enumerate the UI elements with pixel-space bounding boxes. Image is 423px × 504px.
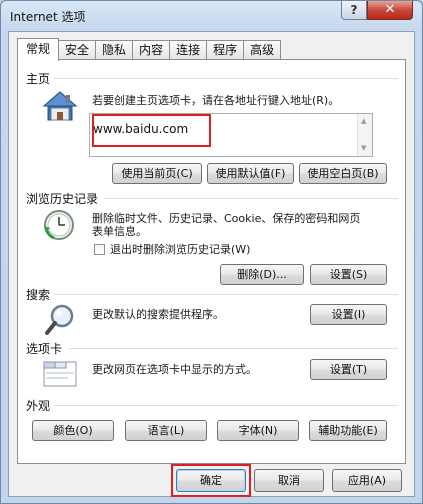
cancel-button[interactable]: 取消 <box>254 469 324 492</box>
section-divider <box>54 294 398 295</box>
history-section-title: 浏览历史记录 <box>26 192 99 206</box>
tab-content[interactable]: 内容 <box>132 40 171 60</box>
tab-strip: 常规 安全 隐私 内容 连接 程序 高级 <box>17 38 282 61</box>
search-settings-button[interactable]: 设置(I) <box>310 304 387 325</box>
history-clock-icon <box>44 210 74 240</box>
home-icon <box>42 91 78 121</box>
delete-on-exit-checkbox[interactable] <box>94 244 105 255</box>
tabs-description: 更改网页在选项卡中显示的方式。 <box>92 363 257 376</box>
use-default-button[interactable]: 使用默认值(F) <box>207 163 294 184</box>
search-description: 更改默认的搜索提供程序。 <box>92 308 224 321</box>
url-highlight-box <box>92 114 211 147</box>
internet-options-window: Internet 选项 ? ✕ 常规 安全 隐私 内容 连接 程序 高级 主页 <box>0 0 423 504</box>
delete-history-button[interactable]: 删除(D)... <box>220 264 304 285</box>
tab-general[interactable]: 常规 <box>17 38 60 61</box>
window-title: Internet 选项 <box>10 10 86 24</box>
scroll-up-icon: ▲ <box>361 117 367 125</box>
tab-privacy[interactable]: 隐私 <box>95 40 134 60</box>
search-magnifier-icon <box>45 304 74 335</box>
close-button[interactable]: ✕ <box>367 1 413 20</box>
colors-button[interactable]: 颜色(O) <box>32 420 114 441</box>
dialog-body: 常规 安全 隐私 内容 连接 程序 高级 主页 若要创建主页选项卡，请在各地址行… <box>8 31 415 497</box>
use-current-page-button[interactable]: 使用当前页(C) <box>112 163 202 184</box>
scroll-down-icon: ▼ <box>361 144 367 152</box>
tabs-section-title: 选项卡 <box>26 342 63 356</box>
help-button[interactable]: ? <box>341 1 367 20</box>
url-scrollbar[interactable]: ▲ ▼ <box>357 114 372 156</box>
history-settings-button[interactable]: 设置(S) <box>310 264 387 285</box>
apply-button[interactable]: 应用(A) <box>332 469 402 492</box>
tab-programs[interactable]: 程序 <box>206 40 245 60</box>
general-tab-panel: 主页 若要创建主页选项卡，请在各地址行键入地址(R)。 www.baidu.co… <box>17 59 406 464</box>
search-section-title: 搜索 <box>26 288 51 302</box>
section-divider <box>104 198 398 199</box>
tab-security[interactable]: 安全 <box>58 40 97 60</box>
close-icon: ✕ <box>384 2 396 17</box>
section-divider <box>54 405 398 406</box>
languages-button[interactable]: 语言(L) <box>125 420 207 441</box>
history-description-line1: 删除临时文件、历史记录、Cookie、保存的密码和网页 <box>92 212 361 225</box>
accessibility-button[interactable]: 辅助功能(E) <box>309 420 387 441</box>
section-divider <box>54 78 398 79</box>
fonts-button[interactable]: 字体(N) <box>217 420 299 441</box>
use-blank-button[interactable]: 使用空白页(B) <box>299 163 387 184</box>
section-divider <box>68 348 398 349</box>
delete-on-exit-label[interactable]: 退出时删除浏览历史记录(W) <box>110 243 250 257</box>
ok-highlight-box <box>171 464 251 497</box>
help-icon: ? <box>350 3 358 17</box>
homepage-section-title: 主页 <box>26 72 51 86</box>
title-bar[interactable]: Internet 选项 ? ✕ <box>1 1 422 31</box>
tab-advanced[interactable]: 高级 <box>243 40 282 60</box>
tab-connections[interactable]: 连接 <box>169 40 208 60</box>
homepage-description: 若要创建主页选项卡，请在各地址行键入地址(R)。 <box>92 94 340 107</box>
appearance-section-title: 外观 <box>26 399 51 413</box>
tabs-settings-button[interactable]: 设置(T) <box>310 359 387 380</box>
history-description-line2: 表单信息。 <box>92 225 147 238</box>
tabs-window-icon <box>43 361 77 387</box>
